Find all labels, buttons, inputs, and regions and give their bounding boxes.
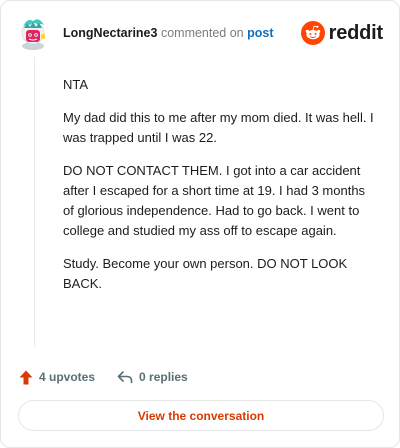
thread-line (34, 57, 35, 347)
upvote-button[interactable]: 4 upvotes (19, 370, 95, 385)
comment-body: NTA My dad did this to me after my mom d… (63, 75, 379, 307)
reply-arrow-icon (117, 371, 133, 384)
reddit-logo-icon (300, 21, 325, 45)
reddit-brand[interactable]: reddit (300, 21, 384, 45)
comment-header: LongNectarine3 commented on post reddit (17, 15, 383, 51)
commented-on-text: commented on (160, 26, 244, 40)
snoo-avatar-icon[interactable] (17, 15, 49, 51)
comment-paragraph: My dad did this to me after my mom died.… (63, 110, 374, 145)
reply-button[interactable]: 0 replies (117, 370, 188, 384)
reply-count: 0 replies (139, 370, 188, 384)
view-conversation-button[interactable]: View the conversation (18, 400, 384, 431)
comment-paragraph: Study. Become your own person. DO NOT LO… (63, 256, 348, 291)
comment-paragraph: NTA (63, 77, 89, 92)
username-link[interactable]: LongNectarine3 (63, 26, 157, 40)
comment-paragraph: DO NOT CONTACT THEM. I got into a car ac… (63, 163, 366, 238)
reddit-wordmark: reddit (328, 21, 384, 44)
comment-actions: 4 upvotes 0 replies (19, 367, 188, 387)
upvote-count: 4 upvotes (39, 370, 96, 384)
post-link[interactable]: post (247, 26, 273, 40)
comment-card: LongNectarine3 commented on post reddit … (0, 0, 400, 448)
upvote-arrow-icon (19, 370, 33, 384)
comment-meta: LongNectarine3 commented on post (63, 25, 274, 41)
